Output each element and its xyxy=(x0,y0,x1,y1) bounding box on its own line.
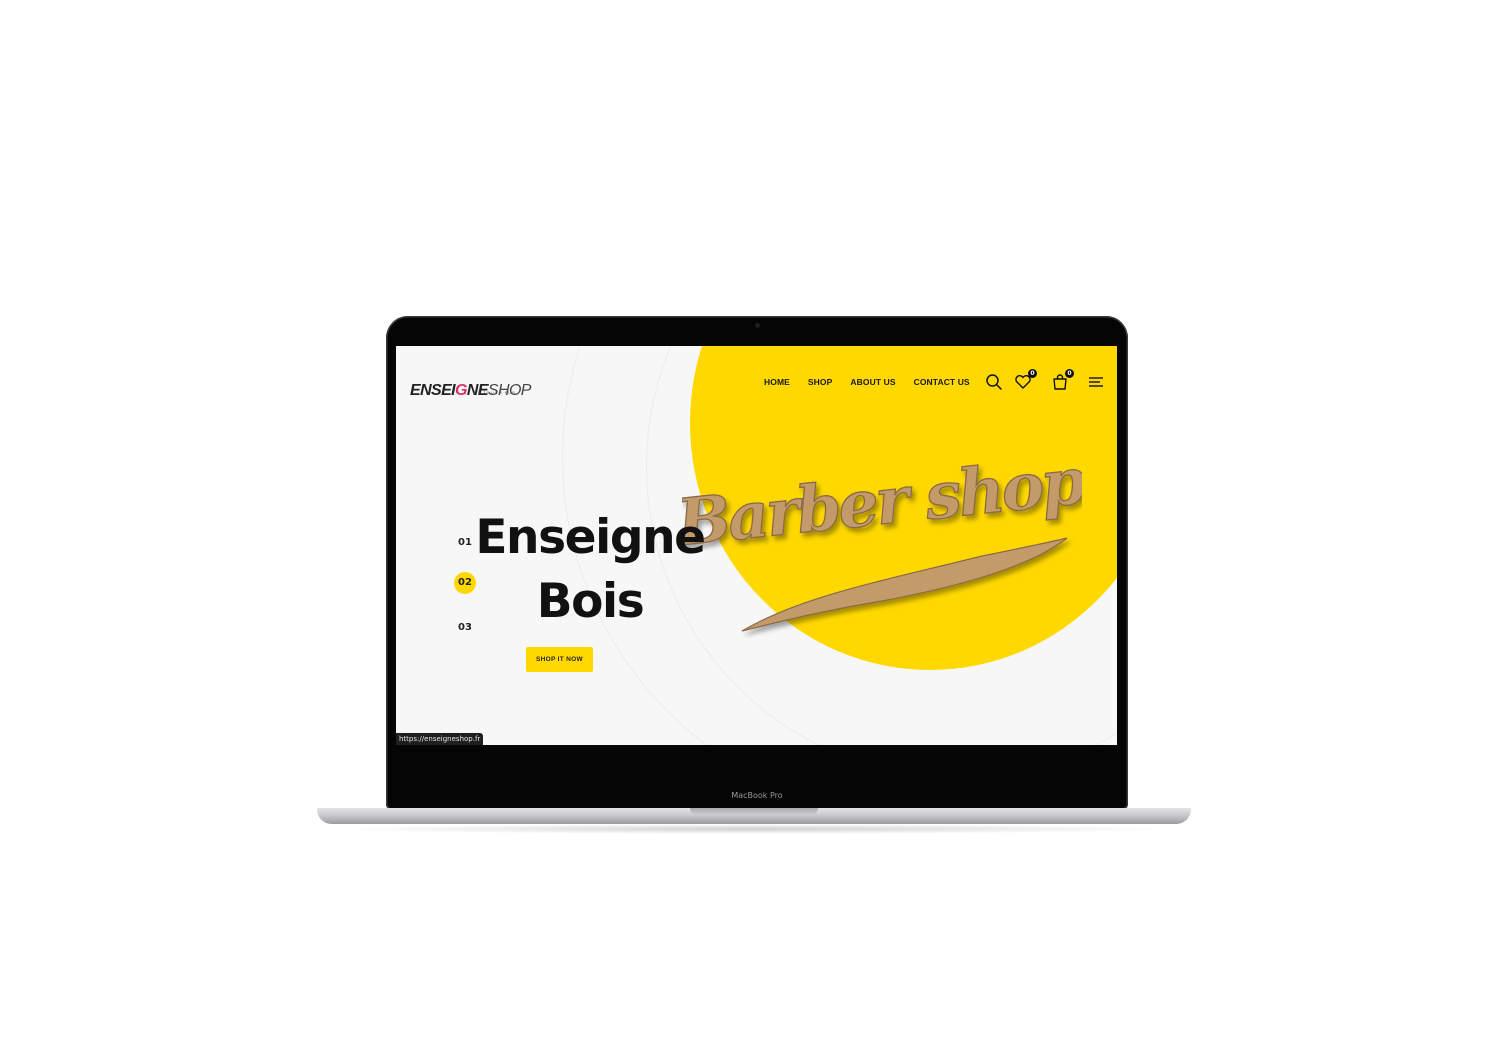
svg-text:Barber shop: Barber shop xyxy=(682,446,1082,561)
nav-home[interactable]: HOME xyxy=(764,377,790,387)
laptop-shadow xyxy=(330,824,1178,834)
main-nav: HOME SHOP ABOUT US CONTACT US xyxy=(764,377,970,387)
nav-shop[interactable]: SHOP xyxy=(808,377,833,387)
hamburger-menu-icon[interactable] xyxy=(1087,373,1105,391)
logo-tagline: BY TOUCH PUB xyxy=(474,390,516,395)
browser-screen: ENSEIGNE SHOP BY TOUCH PUB HOME SHOP ABOU… xyxy=(396,346,1117,745)
heart-icon[interactable]: 0 xyxy=(1014,369,1037,391)
device-label: MacBook Pro xyxy=(731,791,783,800)
site-logo[interactable]: ENSEIGNE SHOP BY TOUCH PUB xyxy=(410,366,531,400)
laptop-opening-notch xyxy=(690,808,818,815)
shop-it-now-button[interactable]: SHOP IT NOW xyxy=(526,647,593,672)
cart-count-badge: 0 xyxy=(1065,369,1074,378)
nav-contact-us[interactable]: CONTACT US xyxy=(914,377,970,387)
hero-title-line-1: Enseigne xyxy=(475,510,706,565)
camera-icon xyxy=(755,323,760,328)
hero-title: Enseigne Bois xyxy=(460,506,720,634)
nav-about-us[interactable]: ABOUT US xyxy=(850,377,895,387)
shopping-bag-icon[interactable]: 0 xyxy=(1051,369,1074,391)
status-bar-url: https://enseigneshop.fr xyxy=(396,733,484,745)
wishlist-count-badge: 0 xyxy=(1028,369,1037,378)
barber-shop-sign-image: Barber shop xyxy=(682,446,1082,632)
hero-title-line-2: Bois xyxy=(536,574,645,629)
search-icon[interactable] xyxy=(985,373,1003,391)
